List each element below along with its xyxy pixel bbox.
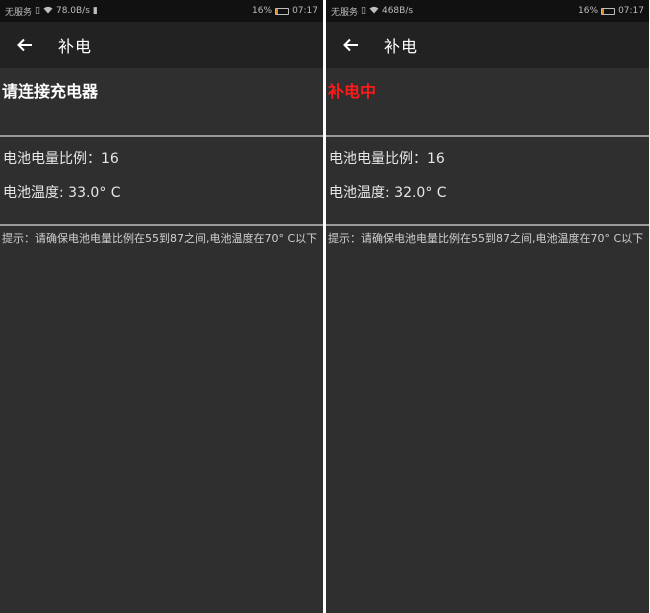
battery-icon: [275, 7, 290, 15]
sim-icon: ▯: [361, 5, 366, 16]
back-button[interactable]: [330, 22, 372, 68]
status-bar: 无服务 ▯ 78.0B/s ▮ 16% 07:17: [0, 0, 323, 22]
battery-percent: 16%: [578, 6, 599, 16]
battery-temp-text: 电池温度: 32.0° C: [329, 185, 447, 201]
battery-percent: 16%: [252, 6, 273, 16]
carrier-text: 无服务: [5, 7, 33, 18]
back-button[interactable]: [4, 22, 46, 68]
hint-text: 提示：请确保电池电量比例在55到87之间,电池温度在70° C以下: [328, 232, 644, 245]
network-speed: 78.0B/s: [55, 6, 90, 16]
battery-icon: [601, 7, 616, 15]
carrier-text: 无服务: [331, 7, 359, 18]
network-speed: 468B/s: [381, 6, 414, 16]
battery-info: 电池电量比例：16 电池温度: 33.0° C: [0, 137, 323, 224]
battery-info: 电池电量比例：16 电池温度: 32.0° C: [326, 137, 649, 224]
status-bar: 无服务 ▯ 468B/s 16% 07:17: [326, 0, 649, 22]
battery-level-fill: [276, 8, 278, 14]
charge-status: 补电中: [326, 68, 649, 135]
battery-ratio-text: 电池电量比例：16: [329, 151, 445, 167]
hint-text: 提示：请确保电池电量比例在55到87之间,电池温度在70° C以下: [2, 232, 318, 245]
page-title: 补电: [384, 37, 419, 56]
phone-screen-left: 无服务 ▯ 78.0B/s ▮ 16% 07:17 补电 请连接充电器 电池电量…: [0, 0, 323, 613]
arrow-left-icon: [343, 38, 358, 52]
battery-temp-text: 电池温度: 33.0° C: [3, 185, 121, 201]
notification-icon: ▮: [92, 5, 98, 16]
wifi-icon: [369, 6, 379, 17]
clock: 07:17: [292, 6, 318, 16]
battery-ratio-text: 电池电量比例：16: [3, 151, 119, 167]
page-title: 补电: [58, 37, 93, 56]
status-message: 补电中: [328, 82, 377, 101]
wifi-icon: [43, 6, 53, 17]
phone-screen-right: 无服务 ▯ 468B/s 16% 07:17 补电 补电中 电池电量比例：16 …: [326, 0, 649, 613]
battery-level-fill: [602, 8, 604, 14]
status-message: 请连接充电器: [2, 82, 99, 101]
charge-status: 请连接充电器: [0, 68, 323, 135]
arrow-left-icon: [17, 38, 32, 52]
app-bar: 补电: [326, 22, 649, 68]
sim-icon: ▯: [35, 5, 40, 16]
app-bar: 补电: [0, 22, 323, 68]
clock: 07:17: [618, 6, 644, 16]
